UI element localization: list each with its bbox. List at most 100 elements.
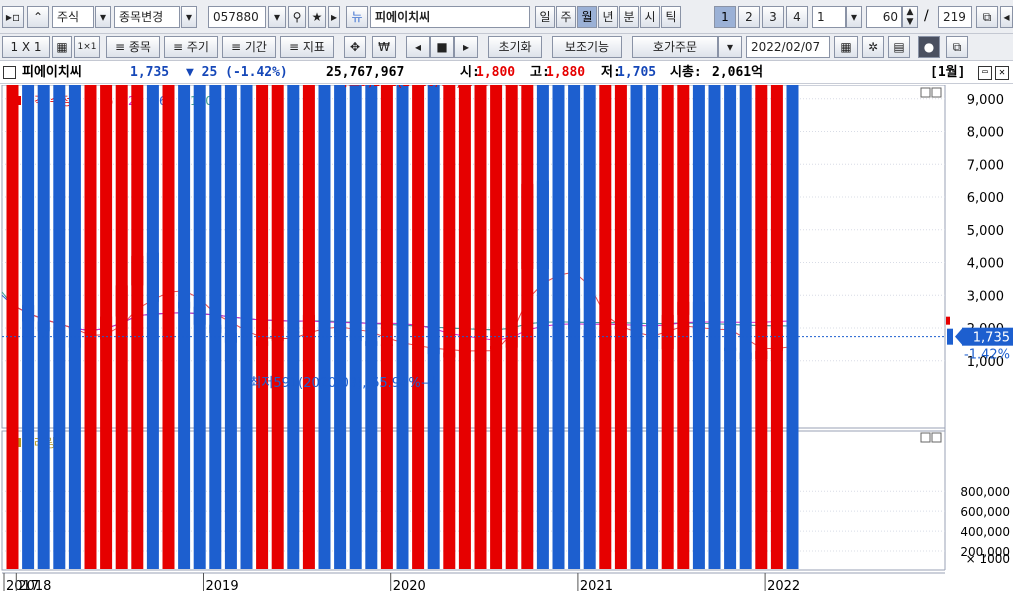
move-icon[interactable]: ✥ xyxy=(344,36,366,58)
won-icon[interactable]: ₩ xyxy=(372,36,396,58)
low: 1,705 xyxy=(617,65,657,80)
volume-bar xyxy=(380,85,393,569)
reset-button[interactable]: 초기화 xyxy=(488,36,542,58)
chevron-down-icon[interactable]: ▾ xyxy=(95,6,111,28)
vol-tick-label: 800,000 xyxy=(960,485,1010,499)
high: 1,880 xyxy=(546,65,586,80)
checkbox[interactable] xyxy=(3,66,16,79)
x-tick-label: 2018 xyxy=(18,579,51,594)
volume-bar xyxy=(37,85,50,569)
menu-range[interactable]: ≡ 기간 xyxy=(222,36,276,58)
price-panel xyxy=(1,85,946,429)
slash-separator: / xyxy=(924,8,929,24)
period-tab-6[interactable]: 틱 xyxy=(661,6,681,28)
count-input[interactable]: 60 xyxy=(866,6,902,28)
menu-stock[interactable]: ≡ 종목 xyxy=(106,36,160,58)
volume-bar xyxy=(708,85,721,569)
chevron-up-icon[interactable]: ⌃ xyxy=(27,6,49,28)
volume-bar xyxy=(724,85,737,569)
x-tick-label: 2022 xyxy=(767,579,800,594)
period-tab-3[interactable]: 년 xyxy=(598,6,618,28)
volume-bar xyxy=(614,85,627,569)
mcap-label: 시총: xyxy=(670,65,702,80)
total-field[interactable]: 219 xyxy=(938,6,972,28)
single-view-icon[interactable]: 1×1 xyxy=(74,36,100,58)
arrow-right-icon[interactable]: ▸ xyxy=(328,6,340,28)
volume-bar xyxy=(692,85,705,569)
page-tab-1[interactable]: 1 xyxy=(714,6,736,28)
calendar-icon[interactable]: ▦ xyxy=(834,36,858,58)
news-icon[interactable]: 뉴 xyxy=(346,6,368,28)
restore-icon[interactable]: ▭ xyxy=(978,66,992,80)
page-tab-3[interactable]: 3 xyxy=(762,6,784,28)
coin-icon[interactable]: ● xyxy=(918,36,940,58)
volume-bar xyxy=(505,85,518,569)
chevron-down-icon[interactable]: ▾ xyxy=(181,6,197,28)
prev-icon[interactable]: ◂ xyxy=(406,36,430,58)
period-tab-5[interactable]: 시 xyxy=(640,6,660,28)
y-tick-label: 5,000 xyxy=(967,224,1004,239)
volume-bar xyxy=(427,85,440,569)
page-select[interactable]: 1 xyxy=(812,6,846,28)
market-select[interactable]: 주식 xyxy=(52,6,94,28)
quote-order-button[interactable]: 호가주문 xyxy=(632,36,718,58)
stock-name-field[interactable]: 피에이치씨 xyxy=(370,6,530,28)
top-toolbar: ▸▫ ⌃ 주식 ▾ 종목변경 ▾ 057880 ▾ ⚲ ★ ▸ 뉴 피에이치씨 … xyxy=(0,0,1013,34)
volume-bar xyxy=(443,85,456,569)
volume-bar xyxy=(552,85,565,569)
volume-bar xyxy=(22,85,35,569)
volume-bar xyxy=(334,85,347,569)
menu-indicator[interactable]: ≡ 지표 xyxy=(280,36,334,58)
stop-icon[interactable]: ■ xyxy=(430,36,454,58)
scroll-icon[interactable]: ◂ xyxy=(1000,6,1013,28)
open: 1,800 xyxy=(476,65,516,80)
page-tab-2[interactable]: 2 xyxy=(738,6,760,28)
volume-bar xyxy=(474,85,487,569)
add-window-icon[interactable]: ⧉ xyxy=(946,36,968,58)
vol-tick-label: × 1000 xyxy=(966,552,1010,566)
volume-bar xyxy=(568,85,581,569)
gear-icon[interactable]: ✲ xyxy=(862,36,884,58)
mcap: 2,061억 xyxy=(712,65,764,80)
play-icon[interactable]: ▸▫ xyxy=(2,6,24,28)
chevron-down-icon[interactable]: ▾ xyxy=(846,6,862,28)
volume-bar xyxy=(490,85,503,569)
star-icon[interactable]: ★ xyxy=(308,6,326,28)
chevron-down-icon[interactable]: ▾ xyxy=(268,6,286,28)
code-input[interactable]: 057880 xyxy=(208,6,266,28)
volume-bar xyxy=(755,85,768,569)
ratio-button[interactable]: 1 X 1 xyxy=(2,36,50,58)
date-input[interactable]: 2022/02/07 xyxy=(746,36,830,58)
period-tab-2[interactable]: 월 xyxy=(577,6,597,28)
grid-icon[interactable]: ▦ xyxy=(52,36,72,58)
price-tag-label: 1,735 xyxy=(973,331,1010,346)
menu-period[interactable]: ≡ 주기 xyxy=(164,36,218,58)
high-annotation: 최고9,122(2020/09),425.76% xyxy=(336,85,523,90)
add-window-icon[interactable]: ⧉ xyxy=(976,6,998,28)
spinner-icon[interactable]: ▲ ▼ xyxy=(902,6,918,28)
change-stock-button[interactable]: 종목변경 xyxy=(114,6,180,28)
chart-settings-icon[interactable]: ▤ xyxy=(888,36,910,58)
search-icon[interactable]: ⚲ xyxy=(288,6,306,28)
price: 1,735 xyxy=(130,65,170,80)
volume-bar xyxy=(162,85,175,569)
prev-marker xyxy=(946,316,950,325)
page-tab-4[interactable]: 4 xyxy=(786,6,808,28)
close-icon[interactable]: ✕ xyxy=(995,66,1009,80)
volume-bar xyxy=(396,85,409,569)
period-tab-1[interactable]: 주 xyxy=(556,6,576,28)
volume-bar xyxy=(146,85,159,569)
next-icon[interactable]: ▸ xyxy=(454,36,478,58)
y-tick-label: 8,000 xyxy=(967,126,1004,141)
panel-min-icon xyxy=(920,432,931,443)
period-tab-0[interactable]: 일 xyxy=(535,6,555,28)
chevron-down-icon[interactable]: ▾ xyxy=(718,36,742,58)
volume-bar xyxy=(412,85,425,569)
volume: 25,767,967 xyxy=(326,65,405,80)
aux-button[interactable]: 보조기능 xyxy=(552,36,622,58)
stock-name: 피에이치씨 xyxy=(22,65,82,80)
change-tag-label: -1.42% xyxy=(964,348,1010,363)
second-toolbar: 1 X 1 ▦ 1×1 ≡ 종목 ≡ 주기 ≡ 기간 ≡ 지표 ✥ ₩ ◂ ■ … xyxy=(0,34,1013,61)
panel-close-icon xyxy=(931,432,942,443)
period-tab-4[interactable]: 분 xyxy=(619,6,639,28)
